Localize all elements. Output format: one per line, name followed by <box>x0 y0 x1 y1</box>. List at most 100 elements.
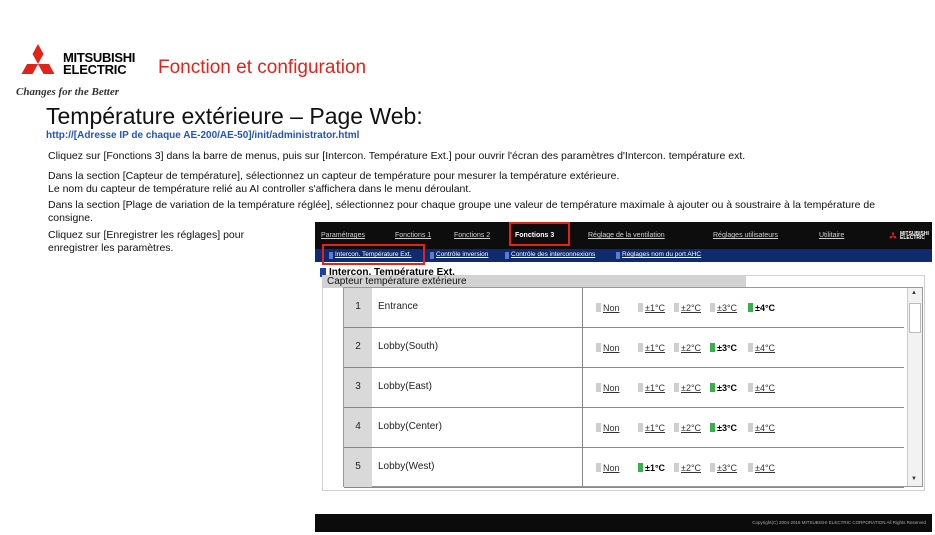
option-marker-icon <box>674 383 679 392</box>
mini-mitsubishi-logo: MITSUBISHI ELECTRIC <box>888 231 929 241</box>
range-option[interactable]: ±3°C <box>710 303 737 314</box>
menu-highlight-box <box>509 222 570 246</box>
option-marker-icon <box>748 343 753 352</box>
group-number: 3 <box>344 368 372 407</box>
range-option[interactable]: ±1°C <box>638 303 665 314</box>
scroll-up-arrow-icon[interactable]: ▲ <box>911 290 917 296</box>
option-label: ±4°C <box>755 303 776 313</box>
header-title: Fonction et configuration <box>158 57 367 78</box>
option-marker-icon <box>596 463 601 472</box>
range-option[interactable]: ±3°C <box>710 463 737 474</box>
row-divider <box>582 288 583 328</box>
temperature-range-dropdown: Capteur température extérieure 1 Entrance… <box>323 276 924 490</box>
page-title: Température extérieure – Page Web: <box>46 103 423 129</box>
range-option[interactable]: ±1°C <box>638 423 665 434</box>
instruction-5: Cliquez sur [Enregistrer les réglages] p… <box>48 229 245 241</box>
range-option[interactable]: ±2°C <box>674 463 701 474</box>
group-name: Lobby(West) <box>378 461 435 472</box>
option-marker-icon <box>710 423 715 432</box>
menu-parametrages[interactable]: Paramétrages <box>321 232 365 239</box>
range-option[interactable]: ±2°C <box>674 343 701 354</box>
scroll-thumb[interactable] <box>909 303 921 333</box>
group-name: Entrance <box>378 301 419 312</box>
option-label: ±4°C <box>755 343 776 353</box>
range-option[interactable]: ±3°C <box>710 423 737 434</box>
option-label: Non <box>603 463 620 473</box>
menu-fonctions-2[interactable]: Fonctions 2 <box>454 232 490 239</box>
range-option[interactable]: ±1°C <box>638 383 665 394</box>
instruction-2: Dans la section [Capteur de température]… <box>48 170 620 182</box>
group-number: 4 <box>344 408 372 447</box>
row-divider <box>582 328 583 368</box>
menu-reglage-ventilation[interactable]: Réglage de la ventilation <box>588 232 665 239</box>
mini-brand-line1: MITSUBISHI ELECTRIC <box>900 231 929 241</box>
footer-bar: Copyright(C) 2004-2016 MITSUBISHI ELECTR… <box>315 514 932 532</box>
range-option[interactable]: ±4°C <box>748 463 775 474</box>
option-label: ±4°C <box>755 383 776 393</box>
option-marker-icon <box>674 343 679 352</box>
scroll-down-arrow-icon[interactable]: ▼ <box>911 476 917 482</box>
range-option[interactable]: Non <box>596 383 620 394</box>
range-option[interactable]: ±1°C <box>638 343 665 354</box>
three-diamonds-icon <box>21 44 55 74</box>
range-option[interactable]: Non <box>596 343 620 354</box>
admin-url[interactable]: http://[Adresse IP de chaque AE-200/AE-5… <box>46 130 359 141</box>
group-row: 1 Entrance Non ±1°C ±2°C ±3°C ±4°C <box>344 288 904 328</box>
submenu-controle-interconnexions[interactable]: Contrôle des interconnexions <box>511 251 595 258</box>
option-label: ±2°C <box>681 303 702 313</box>
range-option[interactable]: ±4°C <box>748 383 775 394</box>
range-option[interactable]: ±4°C <box>748 303 775 314</box>
range-option[interactable]: ±2°C <box>674 303 701 314</box>
range-option[interactable]: ±3°C <box>710 343 737 354</box>
submenu-controle-inversion[interactable]: Contrôle inversion <box>436 251 488 258</box>
option-label: ±3°C <box>717 423 738 433</box>
option-marker-icon <box>748 423 753 432</box>
option-marker-icon <box>638 423 643 432</box>
range-option[interactable]: ±2°C <box>674 423 701 434</box>
option-label: ±1°C <box>645 383 666 393</box>
range-option[interactable]: ±4°C <box>748 423 775 434</box>
instruction-3: Le nom du capteur de température relié a… <box>48 183 472 195</box>
option-marker-icon <box>596 343 601 352</box>
option-marker-icon <box>748 383 753 392</box>
range-option[interactable]: ±4°C <box>748 343 775 354</box>
option-label: ±4°C <box>755 423 776 433</box>
range-option[interactable]: ±2°C <box>674 383 701 394</box>
option-label: Non <box>603 383 620 393</box>
instruction-6: enregistrer les paramètres. <box>48 242 174 254</box>
option-label: ±3°C <box>717 463 738 473</box>
range-option[interactable]: Non <box>596 303 620 314</box>
submenu-bullet <box>505 252 509 259</box>
range-option[interactable]: ±3°C <box>710 383 737 394</box>
option-marker-icon <box>638 383 643 392</box>
option-marker-icon <box>596 423 601 432</box>
submenu-reglages-port-ahc[interactable]: Réglages nom du port AHC <box>622 251 701 258</box>
option-marker-icon <box>638 343 643 352</box>
option-label: ±2°C <box>681 343 702 353</box>
menu-utilitaire[interactable]: Utilitaire <box>819 232 844 239</box>
menu-reglages-utilisateurs[interactable]: Réglages utilisateurs <box>713 232 778 239</box>
scrollbar[interactable]: ▲ ▼ <box>907 288 922 486</box>
menu-fonctions-1[interactable]: Fonctions 1 <box>395 232 431 239</box>
group-name: Lobby(East) <box>378 381 432 392</box>
group-name: Lobby(Center) <box>378 421 442 432</box>
option-marker-icon <box>596 303 601 312</box>
brand-name-line2: ELECTRIC <box>63 62 127 77</box>
option-label: ±1°C <box>645 423 666 433</box>
option-marker-icon <box>674 423 679 432</box>
range-option[interactable]: Non <box>596 423 620 434</box>
range-option[interactable]: Non <box>596 463 620 474</box>
row-divider <box>582 448 583 488</box>
option-marker-icon <box>638 303 643 312</box>
submenu-bullet <box>616 252 620 259</box>
web-ui-screenshot: Paramétrages Fonctions 1 Fonctions 2 Fon… <box>315 222 932 532</box>
option-label: ±4°C <box>755 463 776 473</box>
group-name: Lobby(South) <box>378 341 439 352</box>
brand-tagline: Changes for the Better <box>16 86 119 98</box>
submenu-bullet <box>430 252 434 259</box>
option-label: ±3°C <box>717 343 738 353</box>
option-label: ±1°C <box>645 343 666 353</box>
group-number: 2 <box>344 328 372 367</box>
group-row: 4 Lobby(Center) Non ±1°C ±2°C ±3°C ±4°C <box>344 408 904 448</box>
range-option[interactable]: ±1°C <box>638 463 665 474</box>
